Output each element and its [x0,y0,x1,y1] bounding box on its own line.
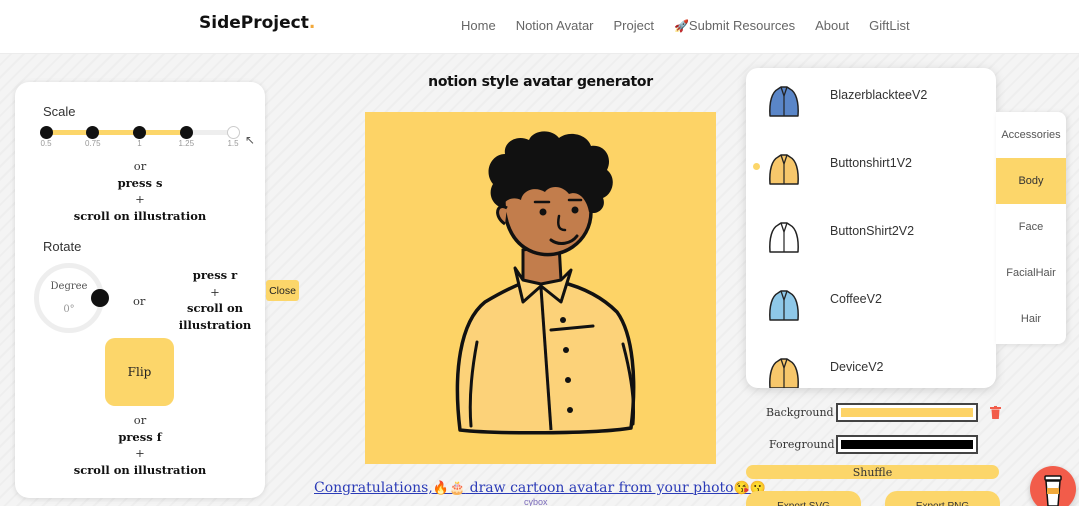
nav-link-giftlist[interactable]: GiftList [869,18,909,33]
scale-step-2[interactable] [133,126,146,139]
shirt-thumbnail-icon [769,86,799,117]
background-swatch [841,408,973,417]
scale-hint: or press s + scroll on illustration [73,159,207,223]
list-item-label: CoffeeV2 [830,292,882,306]
list-item[interactable]: DeviceV2 [746,340,996,388]
scale-step-4[interactable] [226,126,240,139]
nav-link-submit-resources[interactable]: 🚀Submit Resources [674,18,795,33]
scale-slider[interactable] [39,126,240,139]
foreground-swatch [841,440,973,449]
scale-tick-label: 1.5 [227,139,239,148]
transform-panel: Scale 0.5 0.75 1 1.25 1.5 ↖ or press s + scr… [15,82,265,498]
scale-step-3[interactable] [179,126,193,139]
watermark: cybox [524,497,548,506]
cursor-icon: ↖ [245,133,256,147]
tab-facialhair[interactable]: FacialHair [996,250,1066,296]
buy-coffee-button[interactable] [1030,466,1076,506]
rotate-hint: press r + scroll on illustration [178,268,252,332]
rocket-icon: 🚀 [673,19,689,33]
degree-label: Degree [50,281,88,292]
rotate-handle[interactable] [91,289,109,307]
shuffle-button[interactable]: Shuffle [746,465,999,479]
close-button[interactable]: Close [266,280,299,301]
list-item-label: DeviceV2 [830,360,884,374]
nav-link-home[interactable]: Home [461,18,496,33]
list-item-label: BlazerblackteeV2 [830,88,928,102]
foreground-color-picker[interactable] [836,435,978,454]
promo-link[interactable]: Congratulations,🔥🎂 draw cartoon avatar f… [314,480,766,496]
foreground-label: Foreground [769,438,835,451]
list-item[interactable]: BlazerblackteeV2 [746,68,996,136]
scale-label: Scale [43,104,76,119]
rotate-or: or [133,294,146,308]
list-item-label: Buttonshirt1V2 [830,156,912,170]
tab-body[interactable]: Body [996,158,1066,204]
shirt-thumbnail-icon [769,222,799,253]
export-svg-button[interactable]: Export SVG [746,491,861,506]
trash-icon[interactable] [990,406,1001,419]
tab-face[interactable]: Face [996,204,1066,250]
avatar-canvas[interactable] [365,112,716,464]
scale-tick-label: 1 [137,139,142,148]
scale-step-1[interactable] [86,126,100,139]
category-tabs: Accessories Body Face FacialHair Hair [996,112,1066,344]
degree-value: 0° [63,304,75,315]
item-picker-list[interactable]: BlazerblackteeV2 Buttonshirt1V2 ButtonShir… [746,68,996,388]
shirt-thumbnail-icon [769,290,799,321]
nav-link-about[interactable]: About [815,18,849,33]
scale-tick-label: 0.75 [84,139,101,148]
scale-tick-label: 0.5 [40,139,52,148]
background-label: Background [766,406,834,419]
nav-links: Home Notion Avatar Project 🚀Submit Resou… [461,18,930,33]
top-nav: SideProject. Home Notion Avatar Project … [0,0,1079,54]
nav-link-project[interactable]: Project [614,18,654,33]
scale-step-0[interactable] [39,126,53,139]
avatar-illustration [455,131,636,435]
export-png-button[interactable]: Export PNG [885,491,1000,506]
list-item[interactable]: Buttonshirt1V2 [746,136,996,204]
flip-button[interactable]: Flip [105,338,174,406]
list-item[interactable]: ButtonShirt2V2 [746,204,996,272]
selected-indicator [753,163,760,170]
rotate-label: Rotate [43,239,82,254]
scale-slider-fill [46,130,187,135]
background-color-picker[interactable] [836,403,978,422]
list-item[interactable]: CoffeeV2 [746,272,996,340]
list-item-label: ButtonShirt2V2 [830,224,915,238]
nav-link-notion-avatar[interactable]: Notion Avatar [516,18,594,33]
scale-tick-label: 1.25 [178,139,195,148]
page-title: notion style avatar generator [428,74,653,90]
brand-logo[interactable]: SideProject. [199,13,315,33]
coffee-cup-icon [1044,475,1062,506]
flip-hint: or press f + scroll on illustration [73,413,207,477]
shirt-thumbnail-icon [769,358,799,388]
tab-hair[interactable]: Hair [996,296,1066,342]
shirt-thumbnail-icon [769,154,799,185]
tab-accessories[interactable]: Accessories [996,112,1066,158]
